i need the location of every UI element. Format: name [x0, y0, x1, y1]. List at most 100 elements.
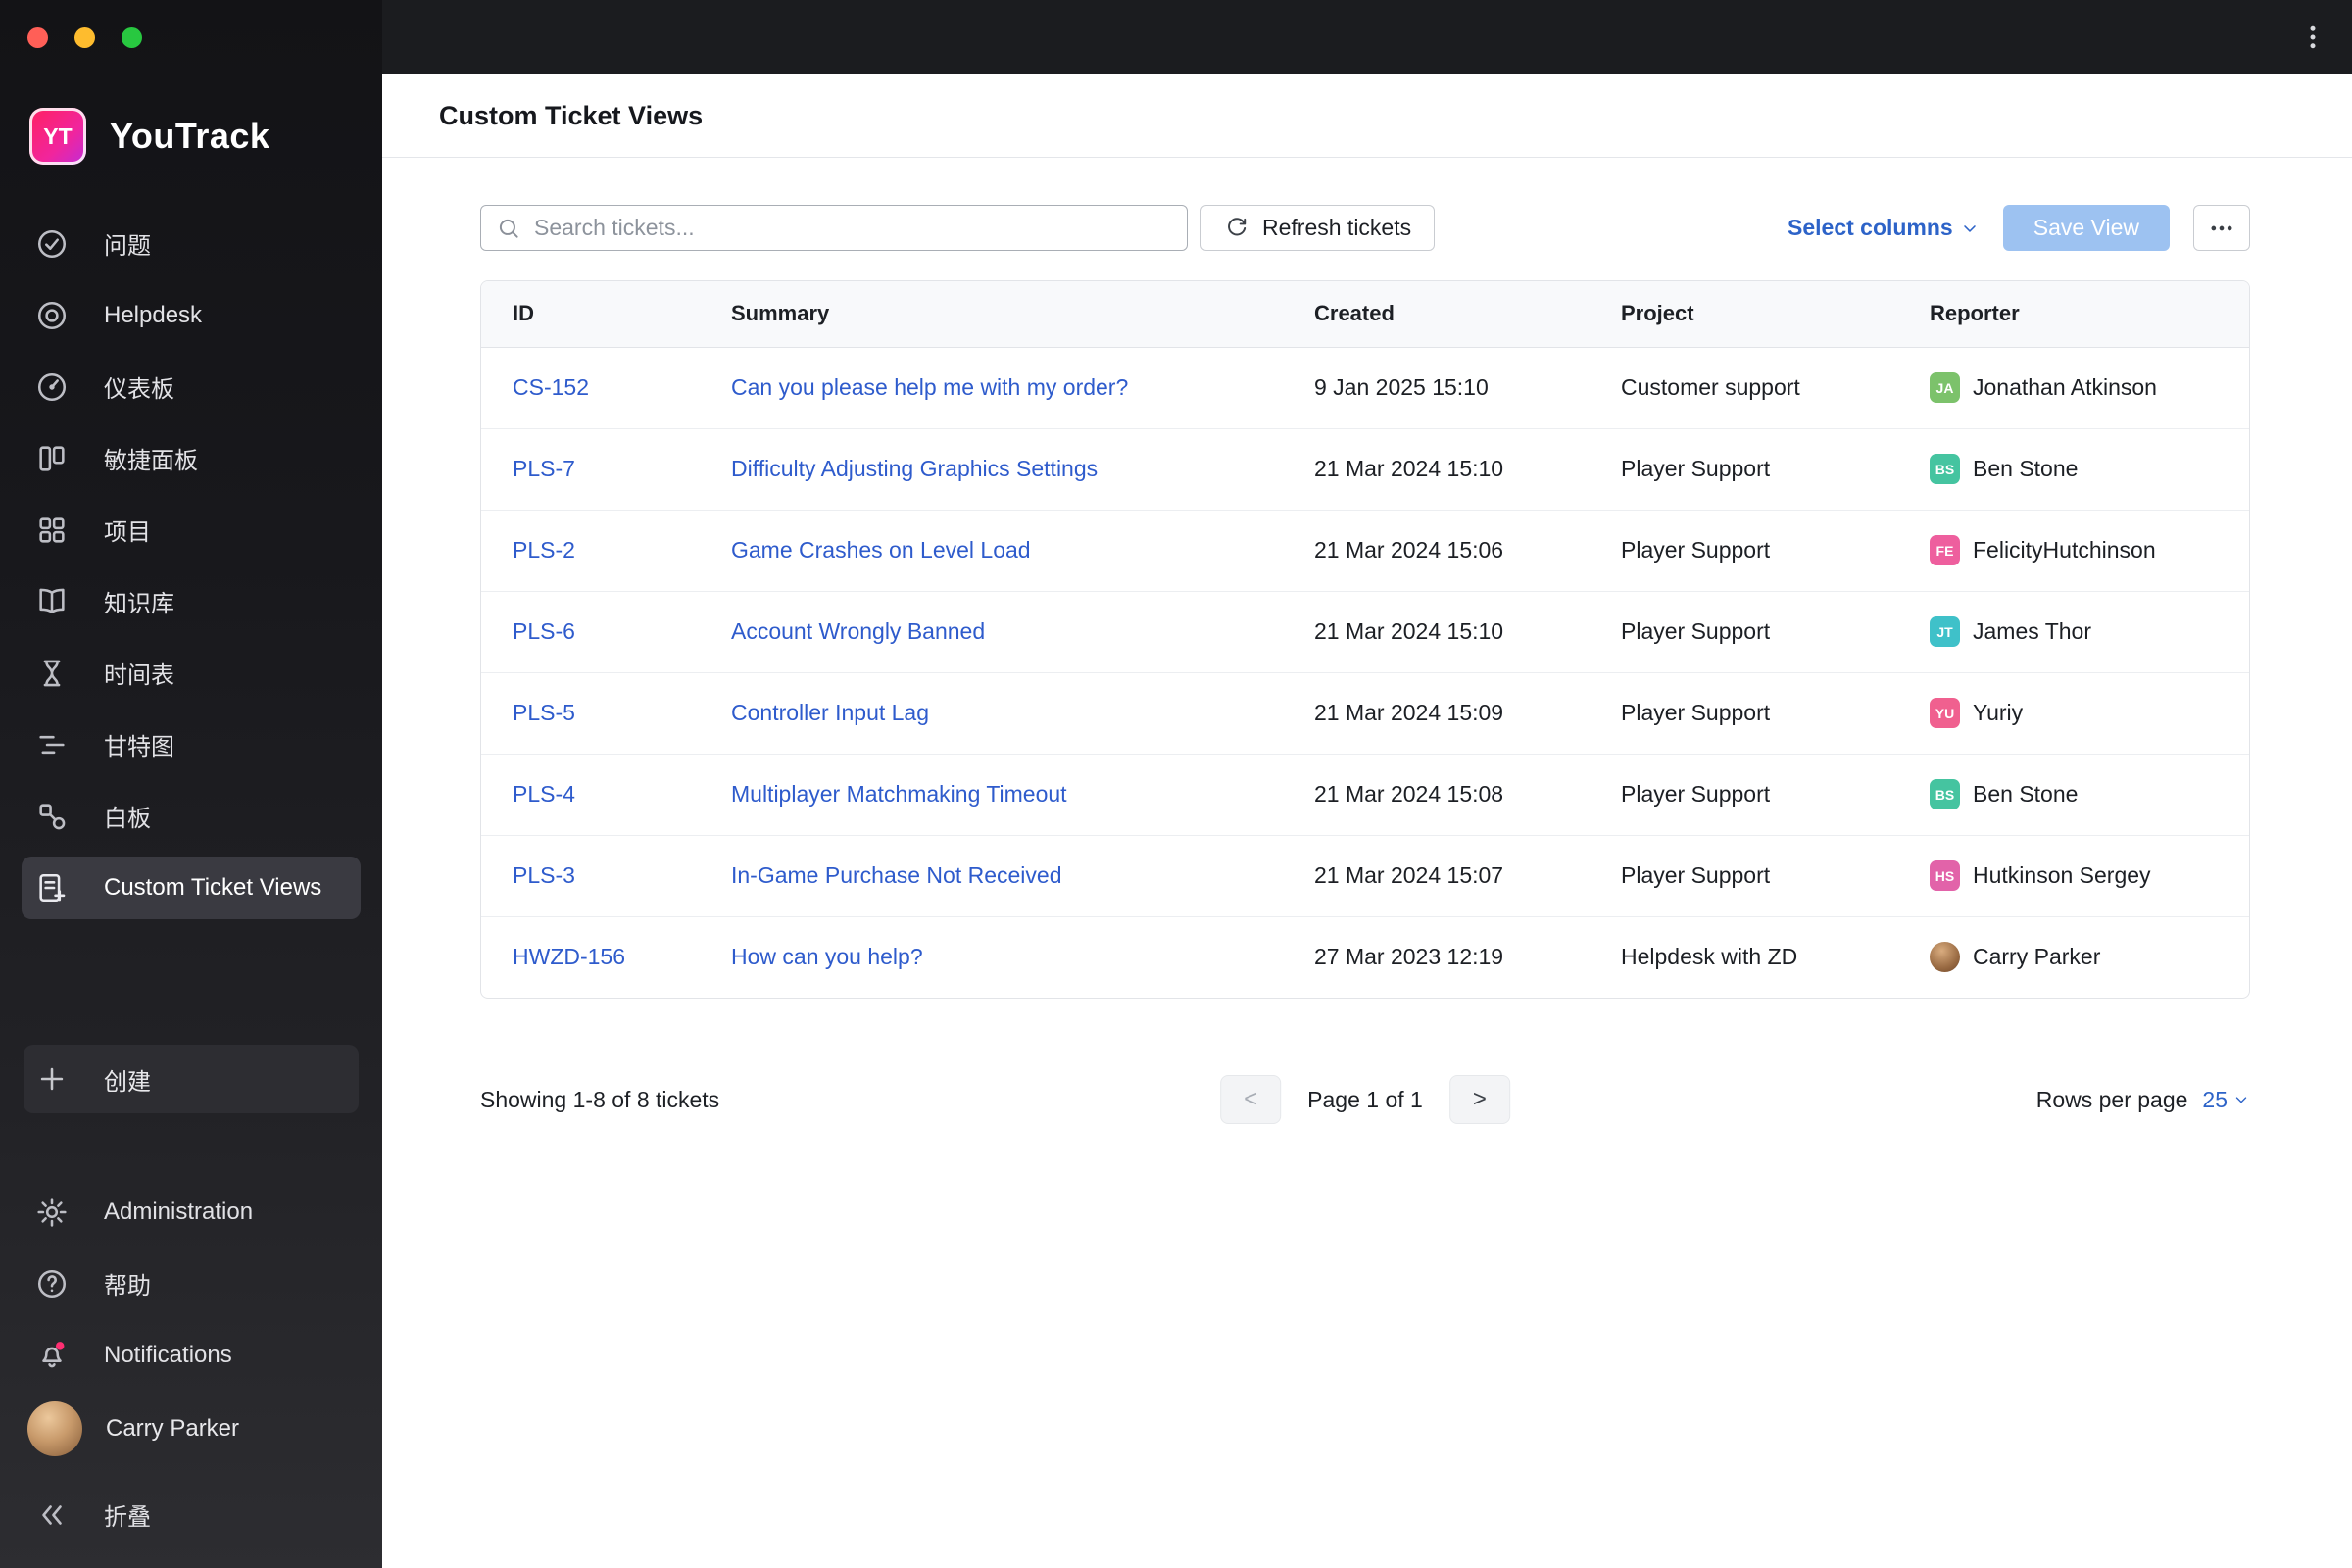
sidebar-item-gantt-charts[interactable]: 甘特图	[0, 709, 382, 780]
ticket-summary-link[interactable]: In-Game Purchase Not Received	[731, 862, 1062, 888]
ticket-summary-link[interactable]: Multiplayer Matchmaking Timeout	[731, 781, 1067, 807]
sidebar-item-label: 问题	[104, 233, 151, 260]
sidebar-item-knowledge-base[interactable]: 知识库	[0, 565, 382, 637]
ticket-id-link[interactable]: PLS-6	[513, 618, 575, 644]
reporter-avatar: FE	[1930, 535, 1960, 565]
ticket-summary-link[interactable]: Controller Input Lag	[731, 700, 929, 725]
ticket-reporter: HS Hutkinson Sergey	[1930, 860, 2249, 891]
column-header-id[interactable]: ID	[481, 281, 731, 348]
ticket-project: Player Support	[1621, 835, 1930, 917]
sidebar-nav: 问题 Helpdesk 仪表板敏捷面板项目知识库 时间表甘特图白板 Custom Tic…	[0, 208, 382, 924]
column-header-created[interactable]: Created	[1314, 281, 1621, 348]
sidebar-user[interactable]: Carry Parker	[0, 1391, 382, 1467]
table-header-row: ID Summary Created Project Reporter	[481, 281, 2249, 348]
ticket-summary-link[interactable]: Account Wrongly Banned	[731, 618, 985, 644]
ticket-id-link[interactable]: CS-152	[513, 374, 589, 400]
sidebar-item-label: 甘特图	[104, 734, 174, 760]
create-button[interactable]: 创建	[24, 1045, 359, 1113]
sidebar-item-notifications[interactable]: Notifications	[0, 1319, 382, 1391]
ticket-id-link[interactable]: PLS-5	[513, 700, 575, 725]
sidebar: YT YouTrack 问题 Helpdesk 仪表板敏捷面板项目知识库 时间表甘特图…	[0, 0, 382, 1568]
page-indicator: Page 1 of 1	[1307, 1086, 1423, 1112]
reporter-name: Carry Parker	[1973, 944, 2101, 970]
reporter-avatar: YU	[1930, 698, 1960, 728]
sidebar-item-custom-ticket-views[interactable]: Custom Ticket Views	[22, 857, 361, 919]
sidebar-item-label: Notifications	[104, 1341, 232, 1368]
helpdesk-icon	[35, 299, 69, 332]
sidebar-item-label: 敏捷面板	[104, 448, 198, 474]
app-logo[interactable]: YT YouTrack	[29, 108, 382, 165]
ticket-reporter: FE FelicityHutchinson	[1930, 535, 2249, 565]
ticket-reporter: Carry Parker	[1930, 942, 2249, 973]
create-button-label: 创建	[104, 1068, 151, 1096]
chevron-down-icon	[2232, 1091, 2250, 1108]
ticket-summary-link[interactable]: Difficulty Adjusting Graphics Settings	[731, 456, 1098, 481]
sidebar-item-help[interactable]: 帮助	[0, 1248, 382, 1319]
next-page-button[interactable]: >	[1448, 1075, 1510, 1124]
kb-icon	[35, 585, 69, 618]
ticket-id-link[interactable]: PLS-4	[513, 781, 575, 807]
help-icon	[35, 1267, 69, 1300]
ticket-summary-link[interactable]: Can you please help me with my order?	[731, 374, 1128, 400]
ticket-summary-link[interactable]: How can you help?	[731, 944, 923, 969]
sidebar-item-timesheets[interactable]: 时间表	[0, 637, 382, 709]
sidebar-item-label: 白板	[104, 806, 151, 832]
ticket-reporter: YU Yuriy	[1930, 698, 2249, 728]
more-options-button[interactable]	[2193, 205, 2250, 251]
column-header-summary[interactable]: Summary	[731, 281, 1314, 348]
ticket-project: Player Support	[1621, 428, 1930, 511]
select-columns-label: Select columns	[1788, 215, 1953, 240]
sidebar-item-issues[interactable]: 问题	[0, 208, 382, 279]
sidebar-item-label: Administration	[104, 1198, 254, 1225]
save-view-button[interactable]: Save View	[2002, 205, 2170, 251]
sidebar-item-label: 项目	[104, 519, 151, 546]
page-header: Custom Ticket Views	[382, 74, 2352, 158]
projects-icon	[35, 514, 69, 547]
table-row: PLS-7 Difficulty Adjusting Graphics Setti…	[481, 428, 2249, 511]
reporter-name: James Thor	[1973, 618, 2092, 644]
ticket-id-link[interactable]: HWZD-156	[513, 944, 625, 969]
ticket-summary-link[interactable]: Game Crashes on Level Load	[731, 537, 1031, 563]
ticket-id-link[interactable]: PLS-2	[513, 537, 575, 563]
issues-icon	[35, 227, 69, 261]
column-header-reporter[interactable]: Reporter	[1930, 281, 2249, 348]
sidebar-item-administration[interactable]: Administration	[0, 1176, 382, 1248]
user-avatar	[27, 1401, 82, 1456]
ticket-id-link[interactable]: PLS-3	[513, 862, 575, 888]
collapse-label: 折叠	[104, 1504, 151, 1531]
sidebar-item-agile-boards[interactable]: 敏捷面板	[0, 422, 382, 494]
search-icon	[496, 216, 521, 241]
close-window-button[interactable]	[27, 27, 48, 48]
sidebar-item-helpdesk[interactable]: Helpdesk	[0, 279, 382, 351]
search-input[interactable]	[534, 215, 1172, 241]
sidebar-item-projects[interactable]: 项目	[0, 494, 382, 565]
select-columns-button[interactable]: Select columns	[1788, 215, 1980, 241]
ticket-id-link[interactable]: PLS-7	[513, 456, 575, 481]
reporter-name: Ben Stone	[1973, 456, 2079, 481]
gantt-icon	[35, 728, 69, 761]
refresh-tickets-button[interactable]: Refresh tickets	[1200, 205, 1436, 251]
sidebar-item-whiteboards[interactable]: 白板	[0, 780, 382, 852]
rows-per-page-label: Rows per page	[2035, 1086, 2188, 1112]
window-menu-icon[interactable]	[2291, 16, 2334, 59]
column-header-project[interactable]: Project	[1621, 281, 1930, 348]
prev-page-button[interactable]: <	[1220, 1075, 1282, 1124]
minimize-window-button[interactable]	[74, 27, 95, 48]
ticket-reporter: BS Ben Stone	[1930, 454, 2249, 484]
reporter-name: Ben Stone	[1973, 781, 2079, 807]
reporter-avatar: BS	[1930, 454, 1960, 484]
reporter-avatar: HS	[1930, 860, 1960, 891]
ticket-reporter: BS Ben Stone	[1930, 779, 2249, 809]
ticket-created: 9 Jan 2025 15:10	[1314, 347, 1621, 429]
ticket-created: 21 Mar 2024 15:06	[1314, 510, 1621, 592]
table-footer: Showing 1-8 of 8 tickets < Page 1 of 1 >…	[480, 1075, 2250, 1124]
rows-per-page-select[interactable]: 25	[2202, 1087, 2250, 1113]
table-row: PLS-3 In-Game Purchase Not Received 21 Mar…	[481, 835, 2249, 917]
sidebar-item-label: Helpdesk	[104, 301, 203, 328]
sidebar-item-dashboards[interactable]: 仪表板	[0, 351, 382, 422]
bell-icon	[35, 1339, 69, 1372]
collapse-sidebar-button[interactable]: 折叠	[0, 1479, 382, 1550]
toolbar: Refresh tickets Select columns Save View	[480, 205, 2250, 251]
main-content: Custom Ticket Views Refresh tickets Sele…	[382, 74, 2352, 1568]
zoom-window-button[interactable]	[122, 27, 142, 48]
